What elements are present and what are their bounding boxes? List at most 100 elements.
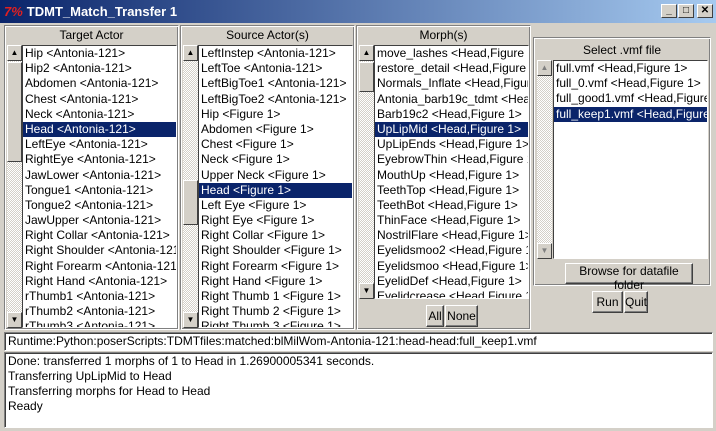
list-item[interactable]: Hip <Figure 1> [199, 107, 352, 122]
scroll-thumb[interactable] [359, 62, 374, 92]
list-item[interactable]: Chest <Antonia-121> [23, 92, 176, 107]
window-title: TDMT_Match_Transfer 1 [26, 4, 178, 19]
scroll-down-icon[interactable]: ▼ [7, 312, 22, 328]
scroll-up-icon[interactable]: ▲ [183, 45, 198, 61]
list-item[interactable]: Right Shoulder <Antonia-121> [23, 243, 176, 258]
scroll-up-icon[interactable]: ▲ [537, 60, 552, 76]
minimize-button[interactable]: _ [661, 4, 677, 18]
log-line: Transferring morphs for Head to Head [8, 384, 211, 398]
list-item[interactable]: move_lashes <Head,Figure 1> [375, 46, 528, 61]
list-item[interactable]: EyebrowThin <Head,Figure 1> [375, 152, 528, 167]
list-item[interactable]: Neck <Figure 1> [199, 152, 352, 167]
list-item[interactable]: Right Collar <Antonia-121> [23, 228, 176, 243]
list-item[interactable]: Right Shoulder <Figure 1> [199, 243, 352, 258]
log-line: Done: transferred 1 morphs of 1 to Head … [8, 354, 375, 368]
list-item[interactable]: LeftInstep <Antonia-121> [199, 46, 352, 61]
morphs-header: Morph(s) [419, 28, 468, 42]
scroll-thumb[interactable] [7, 62, 22, 162]
list-item[interactable]: Abdomen <Antonia-121> [23, 76, 176, 91]
source-scrollbar[interactable]: ▲ ▼ [183, 45, 198, 328]
list-item[interactable]: rThumb2 <Antonia-121> [23, 304, 176, 319]
scroll-down-icon[interactable]: ▼ [359, 283, 374, 299]
list-item[interactable]: UpLipEnds <Head,Figure 1> [375, 137, 528, 152]
list-item[interactable]: full_keep1.vmf <Head,Figure 1> [554, 106, 707, 122]
list-item[interactable]: Eyelidsmoo <Head,Figure 1> [375, 259, 528, 274]
vmf-scrollbar[interactable]: ▲ ▼ [537, 60, 552, 259]
list-item[interactable]: TeethBot <Head,Figure 1> [375, 198, 528, 213]
morphs-scrollbar[interactable]: ▲ ▼ [359, 45, 374, 299]
scroll-down-icon[interactable]: ▼ [183, 312, 198, 328]
list-item[interactable]: LeftToe <Antonia-121> [199, 61, 352, 76]
maximize-button[interactable]: □ [678, 4, 694, 18]
list-item[interactable]: Right Collar <Figure 1> [199, 228, 352, 243]
list-item[interactable]: full_0.vmf <Head,Figure 1> [554, 76, 707, 91]
list-item[interactable]: Eyelidsmoo2 <Head,Figure 1> [375, 243, 528, 258]
list-item[interactable]: full.vmf <Head,Figure 1> [554, 61, 707, 76]
browse-datafile-folder-button[interactable]: Browse for datafile folder [565, 263, 693, 292]
list-item[interactable]: Right Forearm <Antonia-121> [23, 259, 176, 274]
list-item[interactable]: TeethTop <Head,Figure 1> [375, 183, 528, 198]
list-item[interactable]: Antonia_barb19c_tdmt <Head,F [375, 92, 528, 107]
list-item[interactable]: Normals_Inflate <Head,Figure 1 [375, 76, 528, 91]
list-item[interactable]: Head <Antonia-121> [23, 121, 176, 138]
list-item[interactable]: restore_detail <Head,Figure 1> [375, 61, 528, 76]
vmf-file-list[interactable]: full.vmf <Head,Figure 1> full_0.vmf <Head… [553, 60, 708, 259]
target-actor-panel: Target Actor ▲ ▼ Hip <Antonia-121> Hip2 <… [4, 25, 179, 330]
list-item[interactable]: Left Eye <Figure 1> [199, 198, 352, 213]
path-field[interactable]: Runtime:Python:poserScripts:TDMTfiles:ma… [4, 332, 713, 351]
list-item[interactable]: Right Thumb 1 <Figure 1> [199, 289, 352, 304]
list-item[interactable]: LeftBigToe1 <Antonia-121> [199, 76, 352, 91]
list-item[interactable]: Right Eye <Figure 1> [199, 213, 352, 228]
target-actor-header: Target Actor [59, 28, 124, 42]
scroll-up-icon[interactable]: ▲ [359, 45, 374, 61]
list-item[interactable]: Barb19c2 <Head,Figure 1> [375, 107, 528, 122]
vmf-panel: Select .vmf file ▲ ▼ full.vmf <Head,Figu… [533, 37, 711, 292]
source-actor-panel: Source Actor(s) ▲ ▼ LeftInstep <Antonia-… [180, 25, 355, 330]
log-line: Transferring UpLipMid to Head [8, 369, 172, 383]
list-item[interactable]: Hip <Antonia-121> [23, 46, 176, 61]
vmf-header: Select .vmf file [582, 43, 662, 57]
list-item[interactable]: rThumb3 <Antonia-121> [23, 319, 176, 327]
list-item[interactable]: JawUpper <Antonia-121> [23, 213, 176, 228]
log-output: Done: transferred 1 morphs of 1 to Head … [4, 352, 713, 428]
morphs-list[interactable]: move_lashes <Head,Figure 1> restore_detai… [374, 45, 529, 299]
scroll-up-icon[interactable]: ▲ [7, 45, 22, 61]
list-item[interactable]: Tongue1 <Antonia-121> [23, 183, 176, 198]
list-item[interactable]: full_good1.vmf <Head,Figure 1> [554, 91, 707, 106]
list-item[interactable]: Neck <Antonia-121> [23, 107, 176, 122]
list-item[interactable]: Right Forearm <Figure 1> [199, 259, 352, 274]
list-item[interactable]: Right Thumb 3 <Figure 1> [199, 319, 352, 327]
list-item[interactable]: NostrilFlare <Head,Figure 1> [375, 228, 528, 243]
target-actor-list[interactable]: Hip <Antonia-121> Hip2 <Antonia-121> Abdom… [22, 45, 177, 328]
list-item[interactable]: rThumb1 <Antonia-121> [23, 289, 176, 304]
none-button[interactable]: None [445, 305, 478, 327]
list-item[interactable]: Hip2 <Antonia-121> [23, 61, 176, 76]
list-item[interactable]: Eyelidcrease <Head,Figure 1> [375, 289, 528, 298]
list-item[interactable]: JawLower <Antonia-121> [23, 168, 176, 183]
scroll-thumb[interactable] [183, 180, 198, 225]
run-button[interactable]: Run [592, 291, 623, 313]
list-item[interactable]: Abdomen <Figure 1> [199, 122, 352, 137]
list-item[interactable]: Right Thumb 2 <Figure 1> [199, 304, 352, 319]
list-item[interactable]: Tongue2 <Antonia-121> [23, 198, 176, 213]
source-actor-list[interactable]: LeftInstep <Antonia-121> LeftToe <Antonia… [198, 45, 353, 328]
list-item[interactable]: EyelidDef <Head,Figure 1> [375, 274, 528, 289]
quit-button[interactable]: Quit [624, 291, 648, 313]
scroll-down-icon[interactable]: ▼ [537, 243, 552, 259]
list-item[interactable]: RightEye <Antonia-121> [23, 152, 176, 167]
all-button[interactable]: All [426, 305, 444, 327]
list-item[interactable]: Upper Neck <Figure 1> [199, 168, 352, 183]
list-item[interactable]: MouthUp <Head,Figure 1> [375, 168, 528, 183]
list-item[interactable]: LeftEye <Antonia-121> [23, 137, 176, 152]
list-item[interactable]: ThinFace <Head,Figure 1> [375, 213, 528, 228]
source-actor-header: Source Actor(s) [226, 28, 309, 42]
list-item[interactable]: Right Hand <Antonia-121> [23, 274, 176, 289]
target-scrollbar[interactable]: ▲ ▼ [7, 45, 22, 328]
list-item[interactable]: Head <Figure 1> [199, 182, 352, 198]
list-item[interactable]: Right Hand <Figure 1> [199, 274, 352, 289]
app-logo-icon: 7% [4, 4, 23, 19]
list-item[interactable]: LeftBigToe2 <Antonia-121> [199, 92, 352, 107]
list-item[interactable]: UpLipMid <Head,Figure 1> [375, 121, 528, 138]
list-item[interactable]: Chest <Figure 1> [199, 137, 352, 152]
close-button[interactable]: ✕ [697, 4, 713, 18]
